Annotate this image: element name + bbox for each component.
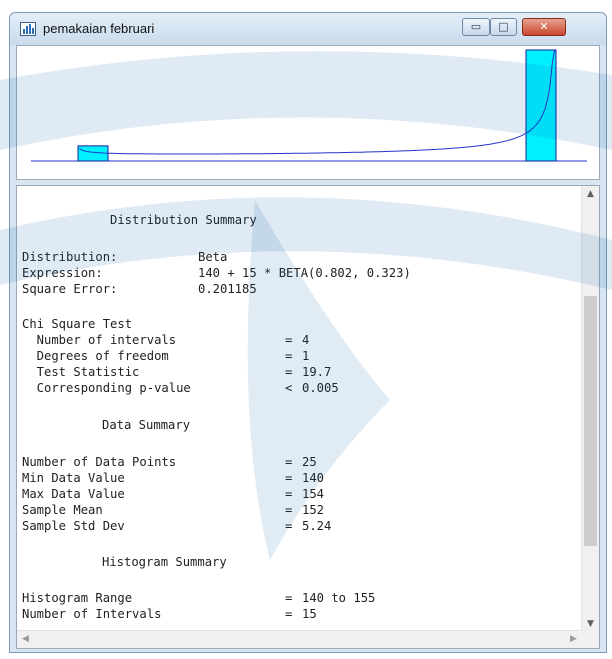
fitted-curve bbox=[79, 49, 556, 155]
distribution-value: Beta bbox=[198, 250, 228, 264]
histogram-row-eq: = bbox=[285, 591, 293, 605]
data-row-value: 5.24 bbox=[302, 519, 332, 533]
chi-row-label: Test Statistic bbox=[22, 365, 140, 379]
histogram-row-value: 15 bbox=[302, 607, 317, 621]
chi-row-value: 19.7 bbox=[302, 365, 332, 379]
chi-row-label: Number of intervals bbox=[22, 333, 177, 347]
histogram-summary-heading: Histogram Summary bbox=[102, 555, 227, 569]
chi-row-label: Degrees of freedom bbox=[22, 349, 169, 363]
data-row-value: 140 bbox=[302, 471, 325, 485]
chi-row-op: = bbox=[285, 349, 293, 363]
vertical-scrollbar[interactable]: ▲ ▼ bbox=[581, 186, 599, 633]
data-row-value: 152 bbox=[302, 503, 325, 517]
title-bar[interactable]: pemakaian februari ▭ □ ✕ bbox=[10, 13, 606, 45]
histogram-row-eq: = bbox=[285, 607, 293, 621]
report-title: Distribution Summary bbox=[110, 213, 257, 227]
data-row-value: 154 bbox=[302, 487, 325, 501]
summary-text-pane[interactable]: Distribution Summary Distribution: Beta … bbox=[16, 185, 600, 649]
data-row-eq: = bbox=[285, 455, 293, 469]
scroll-up-icon[interactable]: ▲ bbox=[582, 186, 599, 203]
histogram-svg bbox=[31, 49, 587, 162]
scroll-thumb[interactable] bbox=[584, 296, 597, 546]
data-row-eq: = bbox=[285, 487, 293, 501]
square-error-value: 0.201185 bbox=[198, 282, 257, 296]
resize-grip[interactable] bbox=[582, 631, 599, 648]
chi-row-op: < bbox=[285, 381, 293, 395]
distribution-label: Distribution: bbox=[22, 250, 118, 264]
scroll-left-icon[interactable]: ◀ bbox=[17, 631, 34, 648]
expression-value: 140 + 15 * BETA(0.802, 0.323) bbox=[198, 266, 411, 280]
data-row-eq: = bbox=[285, 519, 293, 533]
data-row-eq: = bbox=[285, 471, 293, 485]
histogram-row-label: Number of Intervals bbox=[22, 607, 162, 621]
app-window: pemakaian februari ▭ □ ✕ Distribution Su… bbox=[9, 12, 607, 653]
window-title: pemakaian februari bbox=[43, 21, 155, 36]
data-row-value: 25 bbox=[302, 455, 317, 469]
data-row-eq: = bbox=[285, 503, 293, 517]
chi-row-op: = bbox=[285, 333, 293, 347]
data-row-label: Sample Std Dev bbox=[22, 519, 125, 533]
chi-row-label: Corresponding p-value bbox=[22, 381, 191, 395]
expression-label: Expression: bbox=[22, 266, 103, 280]
data-row-label: Number of Data Points bbox=[22, 455, 177, 469]
scroll-right-icon[interactable]: ▶ bbox=[565, 631, 582, 648]
horizontal-scrollbar[interactable]: ◀ ▶ bbox=[17, 630, 582, 648]
minimize-icon: ▭ bbox=[470, 20, 482, 33]
histogram-app-icon bbox=[20, 22, 36, 36]
chi-square-heading: Chi Square Test bbox=[22, 317, 133, 331]
minimize-button[interactable]: ▭ bbox=[462, 18, 490, 36]
chi-row-value: 0.005 bbox=[302, 381, 339, 395]
data-summary-heading: Data Summary bbox=[102, 418, 191, 432]
chi-row-value: 4 bbox=[302, 333, 310, 347]
close-button[interactable]: ✕ bbox=[522, 18, 566, 36]
data-row-label: Max Data Value bbox=[22, 487, 125, 501]
close-icon: ✕ bbox=[539, 20, 549, 33]
square-error-label: Square Error: bbox=[22, 282, 118, 296]
chi-row-op: = bbox=[285, 365, 293, 379]
chi-row-value: 1 bbox=[302, 349, 310, 363]
maximize-button[interactable]: □ bbox=[490, 18, 517, 36]
histogram-chart bbox=[16, 45, 600, 180]
histogram-row-value: 140 to 155 bbox=[302, 591, 376, 605]
data-row-label: Sample Mean bbox=[22, 503, 103, 517]
data-row-label: Min Data Value bbox=[22, 471, 125, 485]
histogram-row-label: Histogram Range bbox=[22, 591, 133, 605]
maximize-icon: □ bbox=[498, 20, 509, 33]
